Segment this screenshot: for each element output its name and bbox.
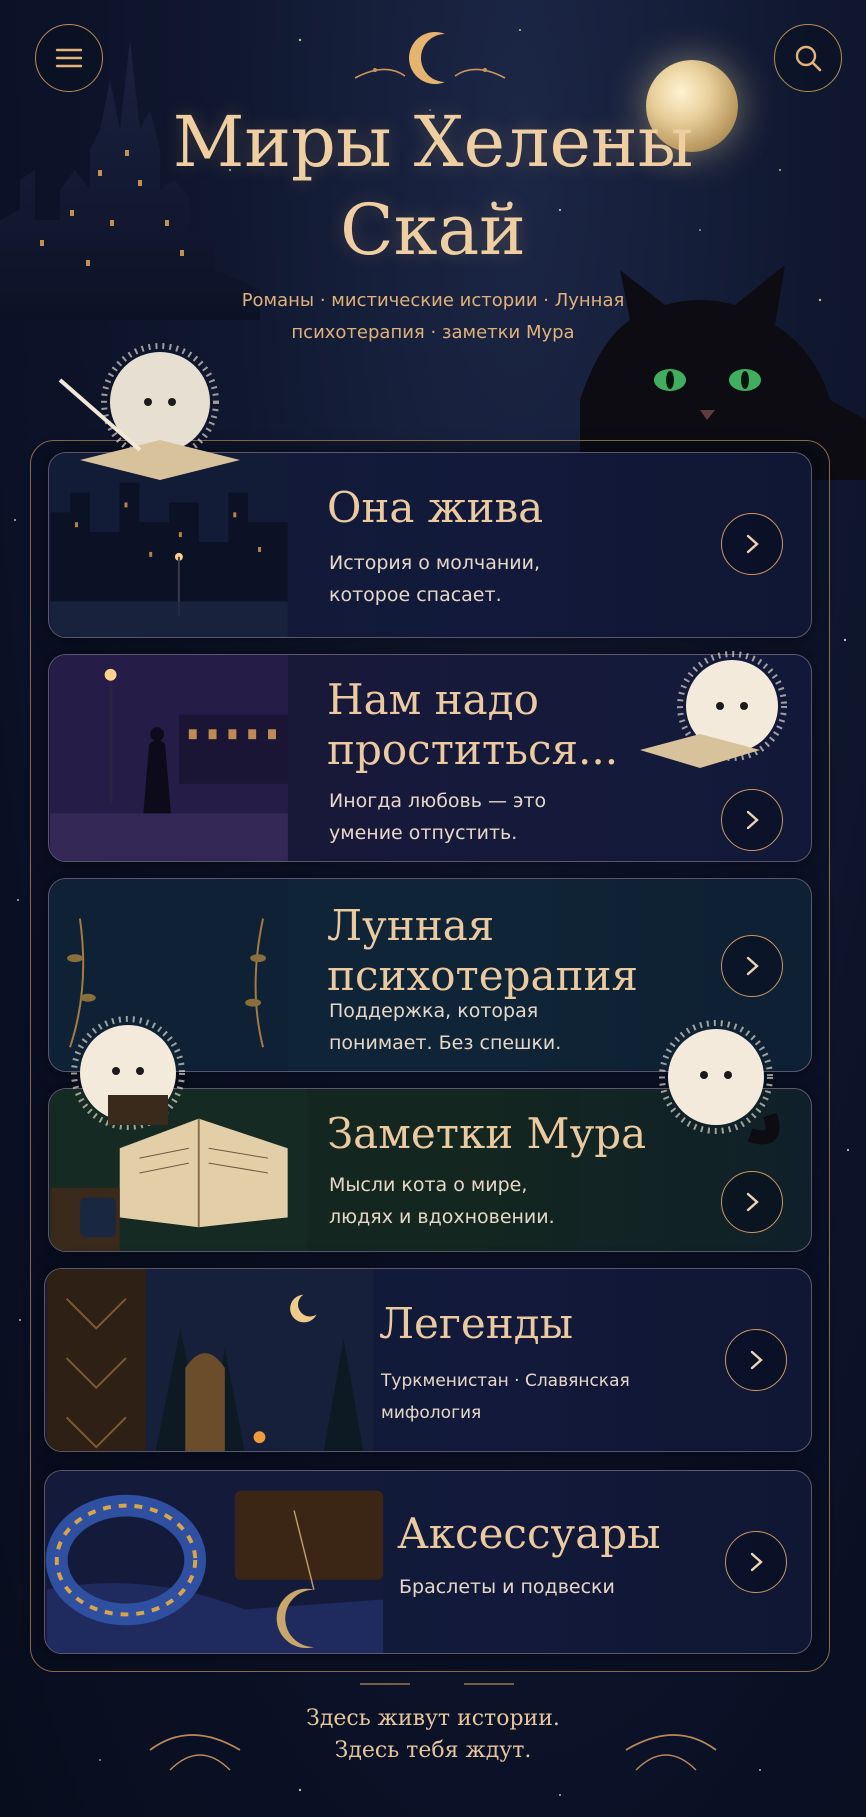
menu-button[interactable] xyxy=(35,24,103,92)
footer-text: Здесь живут истории. xyxy=(306,1706,560,1731)
chevron-right-icon xyxy=(746,956,759,976)
card-title: Аксессуары xyxy=(397,1509,661,1558)
chevron-right-icon xyxy=(746,534,759,554)
card-text: Иногда любовь — это умение отпустить. xyxy=(329,790,547,844)
card-title: Она жива xyxy=(327,483,544,532)
legends-forest-image xyxy=(46,1269,374,1451)
search-icon xyxy=(795,45,822,72)
card-aksessuary[interactable]: Аксессуары Браслеты и подвески xyxy=(44,1470,812,1654)
card-title: Лунная психотерапия xyxy=(327,901,638,1000)
card-open-button[interactable] xyxy=(725,1329,787,1391)
chevron-right-icon xyxy=(750,1350,763,1370)
woman-at-train-platform-image xyxy=(50,655,288,861)
card-open-button[interactable] xyxy=(721,789,783,851)
card-legendy[interactable]: Легенды Туркменистан · Славянская мифоло… xyxy=(44,1268,812,1452)
card-text: Поддержка, которая понимает. Без спешки. xyxy=(329,1000,562,1054)
hamburger-menu-icon xyxy=(55,48,83,68)
card-title: Легенды xyxy=(379,1299,574,1348)
card-open-button[interactable] xyxy=(721,935,783,997)
chevron-right-icon xyxy=(750,1552,763,1572)
card-open-button[interactable] xyxy=(721,1171,783,1233)
fluffy-creature-writing-illustration xyxy=(58,343,240,480)
footer-text: Здесь тебя ждут. xyxy=(334,1738,532,1763)
chevron-right-icon xyxy=(746,1192,759,1212)
search-button[interactable] xyxy=(774,24,842,92)
fluffy-creature-writing-illustration xyxy=(640,651,787,768)
card-text: Мысли кота о мире, людях и вдохновении. xyxy=(329,1174,555,1228)
fluffy-creature-sparkle-illustration xyxy=(659,1020,780,1145)
card-open-button[interactable] xyxy=(721,513,783,575)
card-title: Нам надо проститься... xyxy=(327,675,619,774)
fluffy-creature-reading-illustration xyxy=(71,1016,185,1130)
card-text: Туркменистан · Славянская мифология xyxy=(381,1371,630,1423)
bracelet-and-pendant-image xyxy=(45,1471,384,1653)
footer-ornament xyxy=(149,1668,717,1771)
card-text: Браслеты и подвески xyxy=(399,1576,615,1598)
crescent-moon-icon xyxy=(354,32,506,84)
card-text: История о молчании, которое спасает. xyxy=(329,552,541,606)
site-title: Миры Хелены Скай xyxy=(172,101,694,271)
chevron-right-icon xyxy=(746,810,759,830)
card-open-button[interactable] xyxy=(725,1531,787,1593)
card-title: Заметки Мура xyxy=(327,1109,647,1158)
